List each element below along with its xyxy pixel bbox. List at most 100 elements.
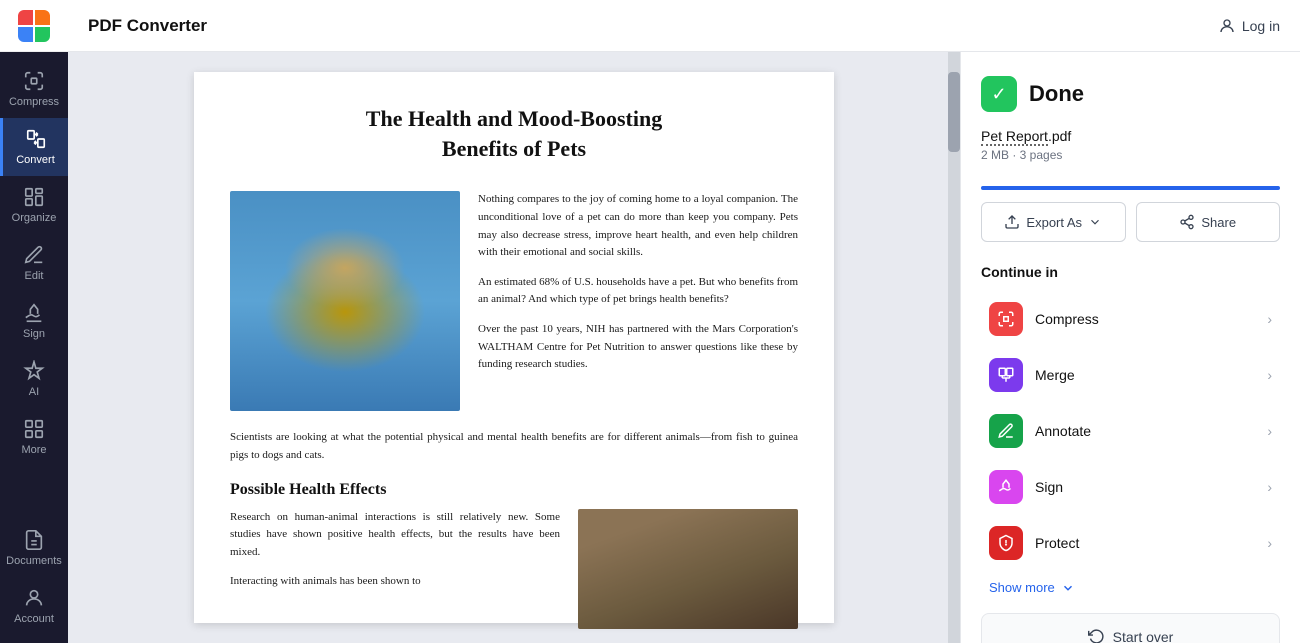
sidebar-item-more[interactable]: More [0, 408, 68, 466]
sidebar-item-compress[interactable]: Compress [0, 60, 68, 118]
pdf-para6: Interacting with animals has been shown … [230, 573, 560, 591]
annotate-arrow: › [1267, 423, 1272, 439]
file-name: Pet Report.pdf [981, 128, 1280, 144]
show-more-label: Show more [989, 580, 1055, 595]
sidebar-item-convert[interactable]: Convert [0, 118, 68, 176]
merge-action-icon [989, 358, 1023, 392]
download-btn-group: Download [981, 186, 1280, 190]
share-button[interactable]: Share [1136, 202, 1281, 242]
show-more-chevron-icon [1061, 581, 1075, 595]
pdf-dog-image [578, 509, 798, 629]
pdf-para1: Nothing compares to the joy of coming ho… [478, 191, 798, 261]
sidebar-item-account-label: Account [14, 613, 54, 625]
login-button[interactable]: Log in [1218, 17, 1280, 35]
download-caret-button[interactable] [1236, 188, 1278, 190]
sign-action-icon [989, 470, 1023, 504]
refresh-icon [1088, 628, 1105, 643]
convert-icon [25, 128, 47, 150]
pdf-cat-image [230, 191, 460, 411]
pdf-para3: Over the past 10 years, NIH has partnere… [478, 321, 798, 374]
annotate-action-label: Annotate [1035, 423, 1255, 439]
sidebar-item-organize-label: Organize [12, 212, 57, 224]
sidebar-item-edit-label: Edit [25, 270, 44, 282]
app-title: PDF Converter [88, 16, 207, 36]
continue-item-protect[interactable]: Protect › [981, 516, 1280, 570]
pdf-text-col2: Research on human-animal interactions is… [230, 509, 560, 629]
sidebar-item-documents[interactable]: Documents [0, 519, 68, 577]
sidebar-nav: Compress Convert Organize [0, 52, 68, 643]
export-icon [1004, 214, 1020, 230]
compress-arrow: › [1267, 311, 1272, 327]
start-over-label: Start over [1113, 629, 1174, 643]
sign-arrow: › [1267, 479, 1272, 495]
right-panel: ✓ Done Pet Report.pdf 2 MB · 3 pages Dow… [960, 52, 1300, 643]
export-as-label: Export As [1026, 215, 1082, 230]
sidebar-item-organize[interactable]: Organize [0, 176, 68, 234]
compress-action-label: Compress [1035, 311, 1255, 327]
organize-icon [23, 186, 45, 208]
user-icon [1218, 17, 1236, 35]
sidebar-item-edit[interactable]: Edit [0, 234, 68, 292]
file-meta: 2 MB · 3 pages [981, 148, 1280, 162]
content-area: The Health and Mood-BoostingBenefits of … [68, 52, 1300, 643]
main-area: PDF Converter Log in The Health and Mood… [68, 0, 1300, 643]
pdf-subtitle: Possible Health Effects [230, 481, 798, 499]
sidebar-item-documents-label: Documents [6, 555, 62, 567]
protect-action-icon [989, 526, 1023, 560]
sign-icon [23, 302, 45, 324]
export-caret-icon [1088, 215, 1102, 229]
sign-action-label: Sign [1035, 479, 1255, 495]
login-label: Log in [1242, 18, 1280, 34]
start-over-button[interactable]: Start over [981, 613, 1280, 643]
pdf-title: The Health and Mood-BoostingBenefits of … [230, 104, 798, 163]
documents-icon [23, 529, 45, 551]
continue-item-sign[interactable]: Sign › [981, 460, 1280, 514]
account-icon [23, 587, 45, 609]
export-as-button[interactable]: Export As [981, 202, 1126, 242]
sidebar-item-convert-label: Convert [16, 154, 55, 166]
continue-item-compress[interactable]: Compress › [981, 292, 1280, 346]
pdf-para5: Research on human-animal interactions is… [230, 509, 560, 562]
sidebar-item-compress-label: Compress [9, 96, 59, 108]
merge-arrow: › [1267, 367, 1272, 383]
pdf-para4: Scientists are looking at what the poten… [230, 429, 798, 464]
pdf-page: The Health and Mood-BoostingBenefits of … [194, 72, 834, 623]
protect-action-label: Protect [1035, 535, 1255, 551]
continue-title: Continue in [981, 264, 1280, 280]
merge-action-label: Merge [1035, 367, 1255, 383]
show-more-button[interactable]: Show more [989, 580, 1272, 595]
ai-icon [23, 360, 45, 382]
done-check-icon: ✓ [981, 76, 1017, 112]
done-header: ✓ Done [981, 76, 1280, 112]
sidebar-item-ai-label: AI [29, 386, 39, 398]
action-row: Export As Share [981, 202, 1280, 242]
continue-item-merge[interactable]: Merge › [981, 348, 1280, 402]
annotate-action-icon [989, 414, 1023, 448]
edit-icon [23, 244, 45, 266]
sidebar-item-more-label: More [21, 444, 46, 456]
share-icon [1179, 214, 1195, 230]
compress-action-icon [989, 302, 1023, 336]
pdf-text-column: Nothing compares to the joy of coming ho… [478, 191, 798, 411]
sidebar-item-ai[interactable]: AI [0, 350, 68, 408]
sidebar-bottom: Documents Account [0, 519, 68, 643]
sidebar-item-sign[interactable]: Sign [0, 292, 68, 350]
pdf-viewer[interactable]: The Health and Mood-BoostingBenefits of … [68, 52, 960, 643]
pdf-para2: An estimated 68% of U.S. households have… [478, 274, 798, 309]
continue-item-annotate[interactable]: Annotate › [981, 404, 1280, 458]
scrollbar-thumb[interactable] [948, 72, 960, 152]
topbar: PDF Converter Log in [68, 0, 1300, 52]
compress-icon [23, 70, 45, 92]
download-button[interactable]: Download [983, 188, 1236, 190]
done-title: Done [1029, 81, 1084, 107]
more-icon [23, 418, 45, 440]
continue-list: Compress › Merge › [981, 292, 1280, 570]
file-name-base: Pet Report [981, 128, 1048, 146]
protect-arrow: › [1267, 535, 1272, 551]
sidebar-item-sign-label: Sign [23, 328, 45, 340]
scrollbar-track[interactable] [948, 52, 960, 643]
sidebar-item-account[interactable]: Account [0, 577, 68, 635]
share-label: Share [1201, 215, 1236, 230]
app-logo [0, 0, 68, 52]
file-info: Pet Report.pdf 2 MB · 3 pages [981, 128, 1280, 182]
